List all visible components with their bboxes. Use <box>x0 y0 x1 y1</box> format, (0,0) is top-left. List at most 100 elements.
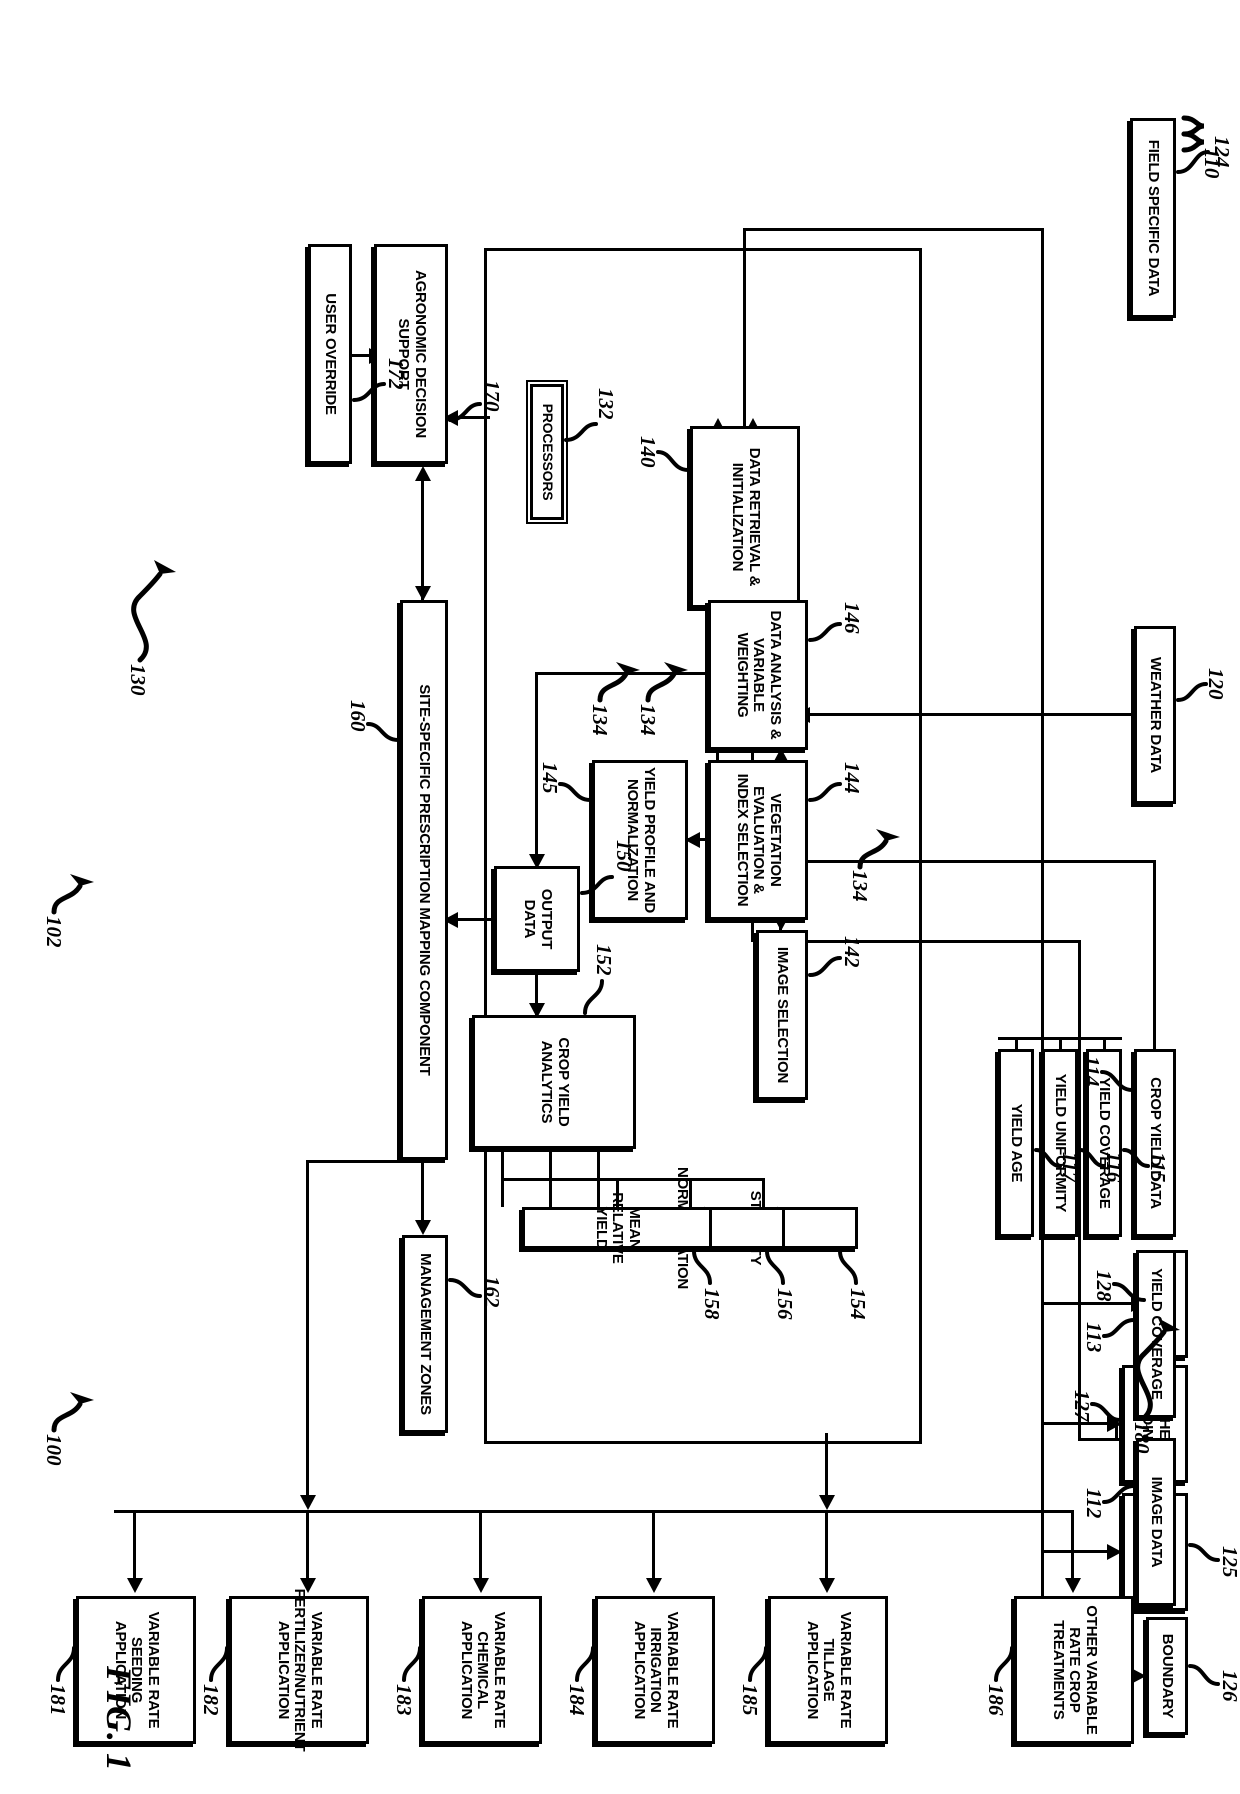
bus-to-fertilizer <box>306 1510 309 1582</box>
arrow-mapping-bus <box>300 1495 316 1510</box>
weather-down <box>808 713 1136 716</box>
agronomic-decision-support-box: AGRONOMIC DECISION SUPPORT <box>374 244 448 464</box>
arrow-bounded-field <box>1107 1544 1122 1560</box>
ref-100: 100 <box>42 1434 66 1466</box>
mapping-to-ads <box>421 478 424 600</box>
field-specific-data-label: FIELD SPECIFIC DATA <box>1145 139 1163 297</box>
ref-182: 182 <box>199 1684 223 1716</box>
crop-yield-left <box>1153 860 1156 1040</box>
arrow-seeding <box>127 1578 143 1593</box>
data-analysis-box: DATA ANALYSIS & VARIABLE WEIGHTING <box>708 600 808 750</box>
yield-profile-box: YIELD PROFILE AND NORMALIZATION <box>592 760 688 920</box>
crop-yield-analytics-label: CROP YIELD ANALYTICS <box>538 1037 572 1127</box>
user-override-box: USER OVERRIDE <box>308 244 352 464</box>
ref-134-c: 134 <box>588 704 612 736</box>
yield-coverage-113-box: YIELD COVERAGE <box>1136 1250 1176 1418</box>
zones-to-bus <box>825 1433 828 1497</box>
ref-117: 117 <box>1058 1152 1082 1183</box>
ref-115: 115 <box>1146 1152 1170 1183</box>
ref-134-a: 134 <box>848 870 872 902</box>
vegetation-evaluation-box: VEGETATION EVALUATION & INDEX SELECTION <box>708 760 808 920</box>
user-override-label: USER OVERRIDE <box>322 293 340 415</box>
vegetation-evaluation-label: VEGETATION EVALUATION & INDEX SELECTION <box>733 773 785 907</box>
data-retrieval-box: DATA RETRIEVAL & INITIALIZATION <box>690 426 800 608</box>
app-tillage-box: VARIABLE RATE TILLAGE APPLICATION <box>768 1596 888 1744</box>
image-selection-box: IMAGE SELECTION <box>756 930 808 1100</box>
arrow-irrigation <box>646 1578 662 1593</box>
bus-to-irrigation <box>652 1510 655 1582</box>
arrow-ads-right <box>415 586 431 601</box>
lead-other-coordinates <box>1044 1422 1110 1425</box>
processors-box: PROCESSORS <box>529 368 565 536</box>
ref-114: 114 <box>1080 1056 1104 1087</box>
ref-160: 160 <box>346 700 370 732</box>
ref-116: 116 <box>1102 1152 1126 1183</box>
mapping-to-bus <box>306 1160 309 1497</box>
data-analysis-down <box>536 672 708 675</box>
bus-to-chemical <box>479 1510 482 1582</box>
app-other-crop-treatments-box: OTHER VARIABLE RATE CROP TREATMENTS <box>1014 1596 1134 1744</box>
ref-152: 152 <box>592 944 616 976</box>
ref-184: 184 <box>565 1684 589 1716</box>
ref-127: 127 <box>1070 1390 1094 1422</box>
bus-to-other-crop <box>1071 1510 1074 1582</box>
bus-to-tillage <box>825 1510 828 1582</box>
arrow-management-zones <box>415 1220 431 1235</box>
ref-180: 180 <box>1130 1422 1154 1454</box>
weather-data-box: WEATHER DATA <box>1134 626 1176 804</box>
ref-172: 172 <box>384 358 408 390</box>
field-specific-data-box: FIELD SPECIFIC DATA <box>1130 118 1176 318</box>
figure-label: FIG. 1 <box>99 1666 139 1773</box>
arrow-chemical <box>473 1578 489 1593</box>
lead-gps-points <box>1044 1302 1134 1305</box>
ref-125: 125 <box>1218 1546 1240 1578</box>
lead-bounded-field <box>1044 1550 1110 1553</box>
ref-102: 102 <box>42 916 66 948</box>
app-tillage-label: VARIABLE RATE TILLAGE APPLICATION <box>803 1611 855 1729</box>
image-selection-label: IMAGE SELECTION <box>774 946 792 1084</box>
ref-181: 181 <box>46 1684 70 1716</box>
field-data-down <box>746 228 1044 231</box>
app-fertilizer-box: VARIABLE RATE FERTILIZER/NUTRIENT APPLIC… <box>229 1589 369 1751</box>
ref-132: 132 <box>594 388 618 420</box>
app-fertilizer-label: VARIABLE RATE FERTILIZER/NUTRIENT APPLIC… <box>274 1588 326 1752</box>
data-analysis-label: DATA ANALYSIS & VARIABLE WEIGHTING <box>733 610 785 740</box>
prescription-mapping-box: SITE-SPECIFIC PRESCRIPTION MAPPING COMPO… <box>400 600 448 1160</box>
management-zones-label: MANAGEMENT ZONES <box>417 1253 435 1415</box>
ref-134-b: 134 <box>636 704 660 736</box>
ref-144: 144 <box>840 762 864 794</box>
ref-110: 110 <box>1200 148 1224 179</box>
mapping-to-zones <box>421 1160 424 1222</box>
ref-113: 113 <box>1082 1322 1106 1353</box>
ref-158: 158 <box>700 1288 724 1320</box>
data-retrieval-label: DATA RETRIEVAL & INITIALIZATION <box>729 447 763 587</box>
app-chemical-label: VARIABLE RATE CHEMICAL APPLICATION <box>457 1611 509 1729</box>
applications-bus <box>114 1510 1074 1513</box>
crop-yield-data-box: CROP YIELD DATA <box>1134 1049 1176 1237</box>
arrow-ads-left <box>415 466 431 481</box>
yield-coverage-115-label: YIELD COVERAGE <box>1096 1077 1114 1209</box>
ref-140: 140 <box>636 436 660 468</box>
agronomic-decision-support-label: AGRONOMIC DECISION SUPPORT <box>395 269 429 439</box>
boundary-box: BOUNDARY <box>1146 1617 1188 1735</box>
app-irrigation-box: VARIABLE RATE IRRIGATION APPLICATION <box>595 1596 715 1744</box>
yield-uniformity-box: YIELD UNIFORMITY <box>1042 1049 1078 1237</box>
yield-age-box: YIELD AGE <box>998 1049 1034 1237</box>
output-data-box: OUTPUT DATA <box>494 866 580 972</box>
mean-relative-yield-box: MEAN RELATIVE YIELD <box>522 1192 712 1264</box>
ref-112: 112 <box>1082 1488 1106 1519</box>
ref-185: 185 <box>738 1684 762 1716</box>
arrow-other-crop <box>1065 1578 1081 1593</box>
ref-183: 183 <box>392 1684 416 1716</box>
yield-coverage-113-label: YIELD COVERAGE <box>1148 1268 1166 1400</box>
arrow-other-coordinates <box>1107 1416 1122 1432</box>
app-other-crop-treatments-label: OTHER VARIABLE RATE CROP TREATMENTS <box>1049 1605 1101 1735</box>
ref-146: 146 <box>840 602 864 634</box>
ref-126: 126 <box>1218 1670 1240 1702</box>
ref-130: 130 <box>126 664 150 696</box>
image-data-box: IMAGE DATA <box>1136 1438 1176 1606</box>
processors-label: PROCESSORS <box>539 403 556 501</box>
arrow-zones-bus <box>819 1495 835 1510</box>
arrow-tillage <box>819 1578 835 1593</box>
ref-170: 170 <box>480 380 504 412</box>
